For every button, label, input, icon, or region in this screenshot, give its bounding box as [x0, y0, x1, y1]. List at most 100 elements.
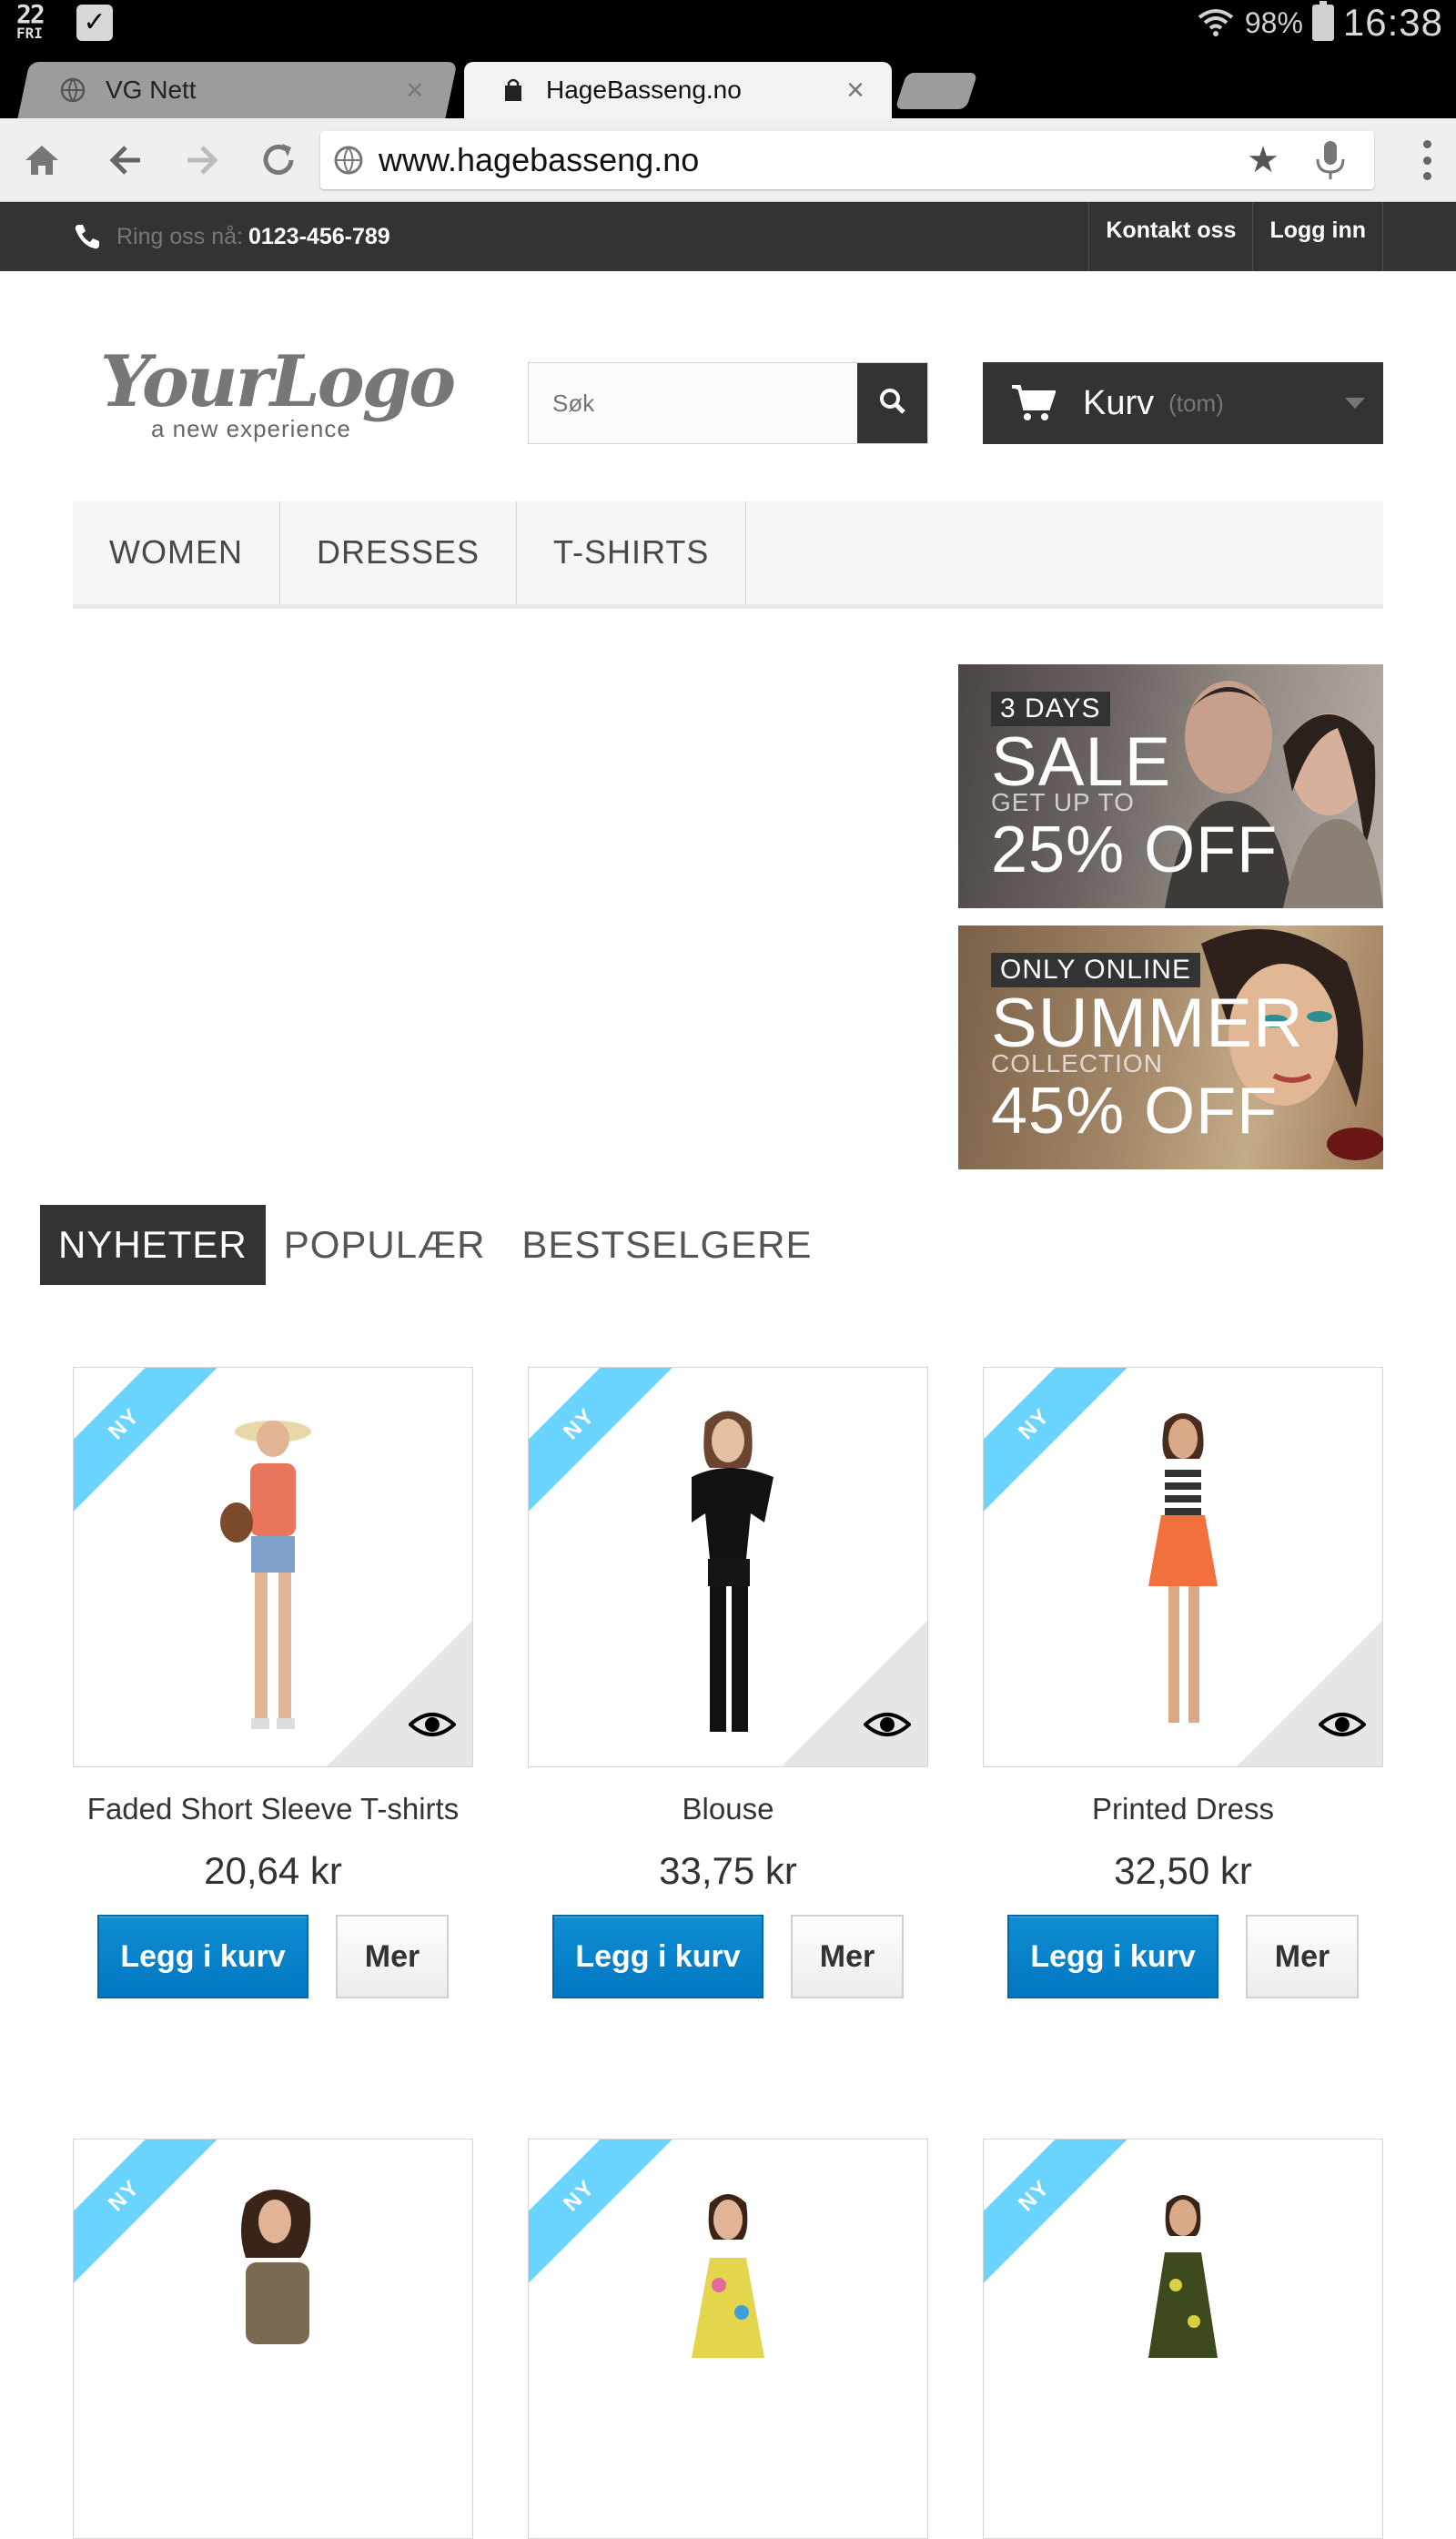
quick-view-corner [1237, 1621, 1382, 1766]
search-button[interactable] [857, 363, 927, 443]
task-check-icon: ✓ [76, 5, 113, 41]
new-ribbon: NY [529, 1368, 687, 1526]
product-name[interactable]: Blouse [528, 1787, 928, 1831]
eye-icon[interactable] [864, 1710, 911, 1739]
eye-icon[interactable] [409, 1710, 456, 1739]
phone-number[interactable]: 0123-456-789 [248, 224, 390, 250]
search-icon [878, 387, 907, 420]
url-text: www.hagebasseng.no [379, 141, 700, 178]
home-icon[interactable] [16, 135, 67, 186]
shop-logo[interactable]: YourLogo a new experience [100, 346, 456, 455]
ribbon-label: NY [74, 2139, 220, 2291]
banner-tag: 3 DAYS [991, 692, 1110, 726]
wifi-icon [1196, 6, 1236, 39]
browser-tab-hagebasseng[interactable]: HageBasseng.no × [464, 62, 892, 118]
call-label: Ring oss nå: [116, 223, 243, 249]
browser-toolbar: www.hagebasseng.no ★ [0, 118, 1456, 202]
product-card: NY Faded Short Sleeve T-shirts 20,64 kr … [73, 1367, 473, 1998]
calendar-day-name: FRI [16, 25, 43, 42]
microphone-icon[interactable] [1312, 139, 1349, 181]
eye-icon[interactable] [1319, 1710, 1366, 1739]
address-bar[interactable]: www.hagebasseng.no ★ [320, 131, 1374, 189]
shop-top-bar: Ring oss nå: 0123-456-789 Kontakt oss Lo… [0, 202, 1456, 271]
new-ribbon: NY [74, 2139, 232, 2298]
battery-percentage: 98% [1244, 5, 1303, 39]
tab-title: VG Nett [106, 76, 197, 104]
login-link[interactable]: Logg inn [1252, 202, 1383, 271]
more-button[interactable]: Mer [1246, 1915, 1359, 1998]
ribbon-label: NY [529, 2139, 675, 2291]
ribbon-label: NY [984, 2139, 1130, 2291]
cart-label: Kurv [1083, 383, 1155, 422]
new-tab-button[interactable] [895, 73, 978, 109]
product-name[interactable]: Faded Short Sleeve T-shirts [73, 1787, 473, 1831]
search-form [528, 362, 928, 444]
product-image[interactable]: NY [73, 1367, 473, 1767]
ribbon-label: NY [529, 1368, 675, 1520]
overflow-menu-icon[interactable] [1423, 140, 1432, 180]
close-tab-icon[interactable]: × [846, 73, 864, 108]
new-ribbon: NY [984, 1368, 1142, 1526]
add-to-cart-button[interactable]: Legg i kurv [552, 1915, 763, 1998]
calendar-day-number: 22 [16, 0, 46, 29]
add-to-cart-button[interactable]: Legg i kurv [1007, 1915, 1218, 1998]
globe-icon [333, 145, 364, 176]
new-ribbon: NY [984, 2139, 1142, 2298]
ribbon-label: NY [984, 1368, 1130, 1520]
tab-bestselgere[interactable]: BESTSELGERE [503, 1205, 830, 1285]
ribbon-label: NY [74, 1368, 220, 1520]
product-price: 33,75 kr [659, 1849, 797, 1892]
product-card: NY [528, 2139, 928, 2539]
summer-banner[interactable]: ONLY ONLINE SUMMER COLLECTION 45% OFF [958, 926, 1383, 1169]
product-image[interactable]: NY [983, 1367, 1383, 1767]
globe-icon [60, 77, 86, 103]
product-card: NY [983, 2139, 1383, 2539]
forward-arrow-icon[interactable] [177, 135, 228, 186]
bookmark-star-icon[interactable]: ★ [1247, 139, 1279, 181]
reload-icon[interactable] [253, 135, 304, 186]
quick-view-corner [327, 1621, 472, 1766]
clock: 16:38 [1342, 1, 1443, 44]
menu-item-tshirts[interactable]: T-SHIRTS [517, 501, 747, 604]
calendar-icon: 22 FRI [16, 0, 60, 42]
sale-banner[interactable]: 3 DAYS SALE GET UP TO 25% OFF [958, 664, 1383, 908]
more-button[interactable]: Mer [791, 1915, 904, 1998]
product-card: NY Blouse 33,75 kr Legg i kurv Mer [528, 1367, 928, 1998]
cart-status: (tom) [1168, 389, 1224, 417]
menu-item-women[interactable]: WOMEN [73, 501, 280, 604]
menu-item-dresses[interactable]: DRESSES [280, 501, 518, 604]
back-arrow-icon[interactable] [100, 135, 151, 186]
product-image[interactable]: NY [983, 2139, 1383, 2539]
battery-icon [1311, 1, 1334, 41]
browser-tab-vg-nett[interactable]: VG Nett × [17, 62, 458, 118]
tab-title: HageBasseng.no [546, 76, 742, 104]
banner-tag: ONLY ONLINE [991, 953, 1200, 987]
more-button[interactable]: Mer [336, 1915, 449, 1998]
close-tab-icon[interactable]: × [406, 73, 424, 108]
shopping-bag-icon [500, 77, 526, 103]
banner-headline: SUMMER [991, 985, 1304, 1062]
cart-button[interactable]: Kurv (tom) [983, 362, 1383, 444]
product-image[interactable]: NY [528, 2139, 928, 2539]
tab-populaer[interactable]: POPULÆR [266, 1205, 504, 1285]
call-us: Ring oss nå: 0123-456-789 [73, 202, 390, 271]
product-card: NY Printed Dress 32,50 kr Legg i kurv Me… [983, 1367, 1383, 1998]
contact-link[interactable]: Kontakt oss [1088, 202, 1252, 271]
logo-tagline: a new experience [151, 415, 351, 442]
new-ribbon: NY [74, 1368, 232, 1526]
add-to-cart-button[interactable]: Legg i kurv [97, 1915, 308, 1998]
product-name[interactable]: Printed Dress [983, 1787, 1383, 1831]
product-image[interactable]: NY [73, 2139, 473, 2539]
main-menu: WOMEN DRESSES T-SHIRTS [73, 501, 1383, 609]
shopping-cart-icon [1010, 383, 1057, 423]
header-links: Kontakt oss Logg inn [1088, 202, 1383, 271]
banner-discount: 45% OFF [991, 1075, 1279, 1148]
product-price: 32,50 kr [1114, 1849, 1252, 1892]
product-price: 20,64 kr [204, 1849, 342, 1892]
quick-view-corner [782, 1621, 927, 1766]
tab-nyheter[interactable]: NYHETER [40, 1205, 266, 1285]
product-image[interactable]: NY [528, 1367, 928, 1767]
search-input[interactable] [529, 363, 857, 443]
browser-tab-strip: VG Nett × HageBasseng.no × [0, 46, 1456, 118]
home-tabs: NYHETER POPULÆR BESTSELGERE [40, 1205, 831, 1285]
